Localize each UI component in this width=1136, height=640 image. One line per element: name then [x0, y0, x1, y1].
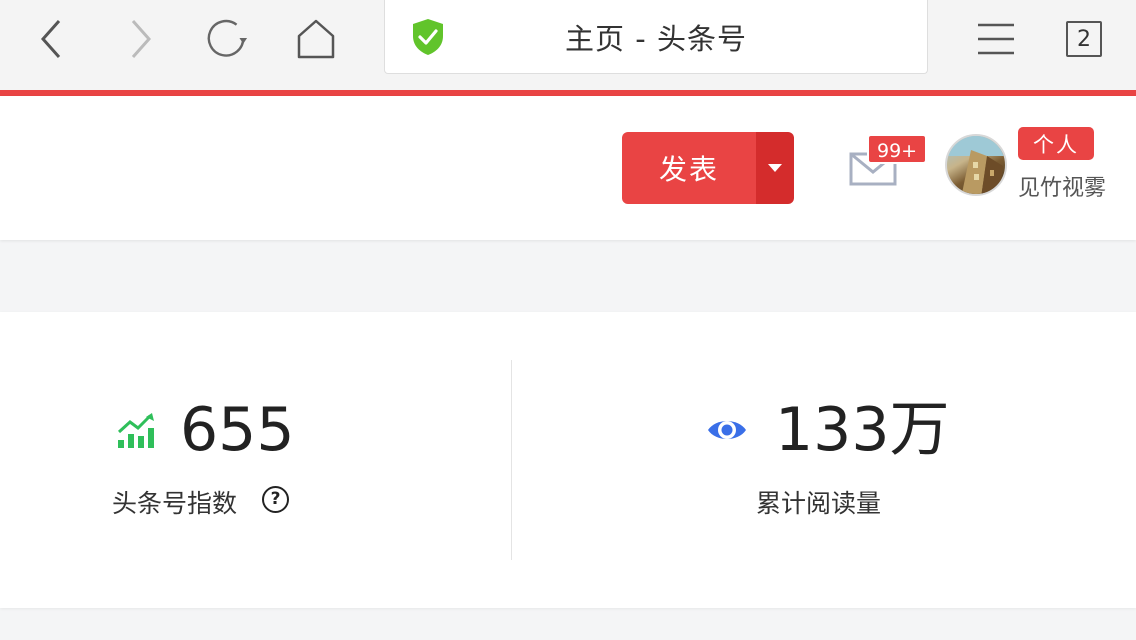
home-button[interactable] — [294, 17, 338, 61]
page-title: 主页 - 头条号 — [565, 22, 747, 56]
stats-card: 655 头条号指数 ? 133万 累计阅读量 — [0, 312, 1136, 608]
back-button[interactable] — [30, 17, 74, 61]
browser-toolbar: 主页 - 头条号 2 — [0, 0, 1136, 90]
tabs-icon: 2 — [1066, 21, 1102, 57]
account-type-badge: 个人 — [1018, 127, 1094, 160]
notification-badge: 99+ — [867, 134, 928, 164]
publish-button-group: 发表 — [622, 132, 794, 204]
index-value: 655 — [180, 395, 295, 465]
reads-value: 133万 — [775, 395, 950, 465]
trend-chart-icon — [117, 413, 154, 448]
index-label: 头条号指数 — [112, 489, 238, 518]
publish-dropdown-button[interactable] — [756, 132, 794, 204]
reload-icon — [207, 19, 248, 57]
eye-icon — [708, 421, 746, 439]
help-icon[interactable]: ? — [262, 486, 289, 513]
reads-label: 累计阅读量 — [756, 489, 882, 518]
tabs-button[interactable]: 2 — [1062, 17, 1106, 61]
avatar-image — [947, 136, 1005, 194]
stats-divider — [511, 360, 512, 560]
caret-down-icon — [768, 164, 782, 172]
forward-button[interactable] — [118, 17, 162, 61]
back-icon — [40, 20, 61, 58]
username[interactable]: 见竹视雾 — [1018, 170, 1106, 202]
forward-icon — [131, 20, 152, 58]
site-header: 发表 99+ 个人 见竹视雾 — [0, 96, 1136, 240]
avatar[interactable] — [945, 134, 1007, 196]
publish-button[interactable]: 发表 — [622, 132, 756, 204]
home-icon — [297, 19, 335, 59]
reload-button[interactable] — [205, 17, 249, 61]
menu-icon — [978, 23, 1014, 55]
tab-count: 2 — [1077, 26, 1091, 52]
shield-check-icon — [413, 19, 443, 55]
address-bar[interactable]: 主页 - 头条号 — [384, 0, 928, 74]
menu-button[interactable] — [974, 17, 1018, 61]
